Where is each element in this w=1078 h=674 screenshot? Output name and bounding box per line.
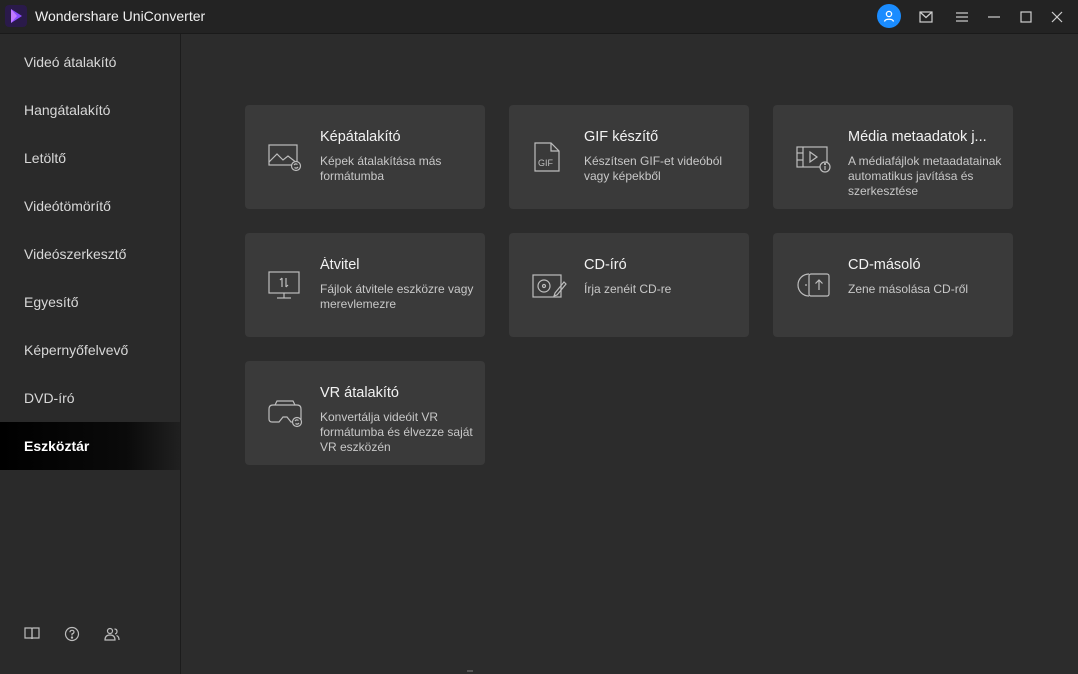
minimize-icon[interactable] — [983, 6, 1005, 28]
tool-card-cd-ripper[interactable]: CD-másoló Zene másolása CD-ről — [773, 233, 1013, 337]
gif-icon: GIF — [531, 141, 567, 173]
tool-card-image-converter[interactable]: Képátalakító Képek átalakítása más formá… — [245, 105, 485, 209]
sidebar-item-merger[interactable]: Egyesítő — [0, 278, 180, 326]
tool-card-transfer[interactable]: Átvitel Fájlok átvitele eszközre vagy me… — [245, 233, 485, 337]
card-description: Képek átalakítása más formátumba — [320, 154, 442, 183]
svg-text:GIF: GIF — [538, 158, 554, 168]
maximize-icon[interactable] — [1015, 6, 1037, 28]
tool-card-vr-converter[interactable]: VR átalakító Konvertálja videóit VR form… — [245, 361, 485, 465]
help-icon[interactable] — [64, 626, 82, 644]
mail-icon[interactable] — [915, 6, 937, 28]
card-description: Konvertálja videóit VR formátumba és élv… — [320, 410, 473, 454]
card-description: Fájlok átvitele eszközre vagy merevlemez… — [320, 282, 474, 311]
account-icon[interactable] — [877, 4, 901, 28]
metadata-icon — [795, 141, 831, 173]
close-icon[interactable] — [1046, 6, 1068, 28]
sidebar-item-downloader[interactable]: Letöltő — [0, 134, 180, 182]
sidebar-footer — [0, 626, 180, 646]
card-description: Zene másolása CD-ről — [848, 282, 969, 296]
card-title: Képátalakító — [320, 129, 401, 145]
tool-card-cd-burner[interactable]: CD-író Írja zenéit CD-re — [509, 233, 749, 337]
card-title: CD-másoló — [848, 257, 921, 273]
toolbox-panel: Képátalakító Képek átalakítása más formá… — [181, 34, 1078, 674]
cd-ripper-icon — [795, 269, 831, 301]
card-description: Írja zenéit CD-re — [584, 282, 672, 296]
sidebar-item-screen-recorder[interactable]: Képernyőfelvevő — [0, 326, 180, 374]
card-title: Átvitel — [320, 257, 360, 273]
vr-icon — [267, 397, 303, 429]
card-title: VR átalakító — [320, 385, 399, 401]
app-title: Wondershare UniConverter — [35, 8, 206, 24]
sidebar-item-video-converter[interactable]: Videó átalakító — [0, 38, 180, 86]
sidebar-item-dvd-burner[interactable]: DVD-író — [0, 374, 180, 422]
tool-card-gif-maker[interactable]: GIF GIF készítő Készítsen GIF-et videóbó… — [509, 105, 749, 209]
app-logo-icon — [5, 5, 27, 27]
sidebar-item-video-editor[interactable]: Videószerkesztő — [0, 230, 180, 278]
sidebar-item-audio-converter[interactable]: Hangátalakító — [0, 86, 180, 134]
menu-icon[interactable] — [951, 6, 973, 28]
book-icon[interactable] — [24, 626, 42, 644]
sidebar: Videó átalakító Hangátalakító Letöltő Vi… — [0, 34, 181, 674]
card-title: Média metaadatok j... — [848, 129, 987, 145]
card-description: Készítsen GIF-et videóból vagy képekből — [584, 154, 723, 183]
transfer-icon — [267, 269, 303, 301]
tool-card-media-metadata[interactable]: Média metaadatok j... A médiafájlok meta… — [773, 105, 1013, 209]
sidebar-item-video-compressor[interactable]: Videótömörítő — [0, 182, 180, 230]
sidebar-item-toolbox[interactable]: Eszköztár — [0, 422, 180, 470]
window-resize-grip — [467, 670, 473, 672]
title-bar: Wondershare UniConverter — [0, 0, 1078, 34]
card-title: GIF készítő — [584, 129, 659, 145]
cd-burner-icon — [531, 269, 567, 301]
card-description: A médiafájlok metaadatainak automatikus … — [848, 154, 1002, 198]
community-icon[interactable] — [104, 626, 122, 644]
card-title: CD-író — [584, 257, 627, 273]
image-convert-icon — [267, 141, 303, 173]
